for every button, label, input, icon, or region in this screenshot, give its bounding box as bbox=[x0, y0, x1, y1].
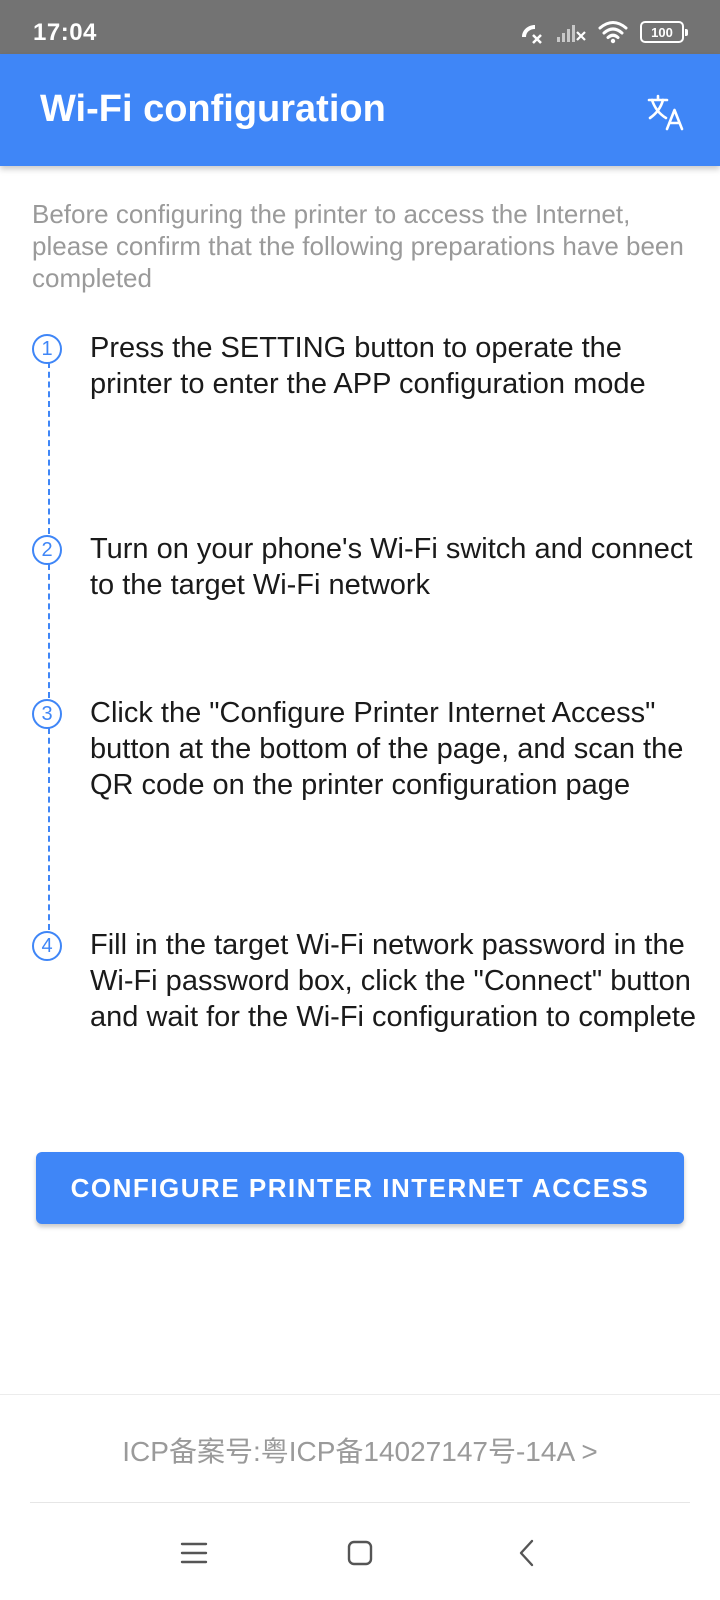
status-icons: 100 bbox=[518, 17, 688, 47]
step-number-badge: 3 bbox=[32, 699, 62, 729]
battery-icon: 100 bbox=[640, 21, 688, 43]
step-text: Click the "Configure Printer Internet Ac… bbox=[90, 697, 684, 801]
step-text: Fill in the target Wi-Fi network passwor… bbox=[90, 929, 697, 1033]
call-muted-icon bbox=[522, 25, 542, 44]
signal-off-icon bbox=[557, 25, 586, 42]
menu-icon[interactable] bbox=[176, 1535, 212, 1571]
step-number-badge: 2 bbox=[32, 535, 62, 565]
battery-level: 100 bbox=[651, 24, 673, 40]
status-bar: 17:04 100 bbox=[0, 0, 720, 54]
timeline-connector bbox=[48, 728, 50, 930]
icp-link[interactable]: ICP备案号:粤ICP备14027147号-14A > bbox=[0, 1430, 720, 1470]
step-number-badge: 4 bbox=[32, 931, 62, 961]
status-time: 17:04 bbox=[33, 19, 97, 46]
wifi-icon bbox=[598, 21, 628, 44]
timeline-connector bbox=[48, 564, 50, 698]
configure-printer-button[interactable]: CONFIGURE PRINTER INTERNET ACCESS bbox=[36, 1152, 684, 1224]
translate-icon[interactable] bbox=[646, 92, 686, 132]
app-bar: Wi-Fi configuration bbox=[0, 54, 720, 166]
back-icon[interactable] bbox=[510, 1535, 546, 1571]
step-text: Press the SETTING button to operate the … bbox=[90, 332, 646, 400]
footer-divider bbox=[0, 1394, 720, 1395]
screen: 17:04 100 Wi-Fi configuration Before con… bbox=[0, 0, 720, 1600]
step-number-badge: 1 bbox=[32, 334, 62, 364]
home-icon[interactable] bbox=[342, 1535, 378, 1571]
system-nav-bar bbox=[0, 1503, 720, 1600]
step-text: Turn on your phone's Wi-Fi switch and co… bbox=[90, 533, 693, 601]
page-title: Wi-Fi configuration bbox=[40, 88, 386, 130]
intro-text: Before configuring the printer to access… bbox=[32, 199, 684, 293]
timeline-connector bbox=[48, 362, 50, 534]
